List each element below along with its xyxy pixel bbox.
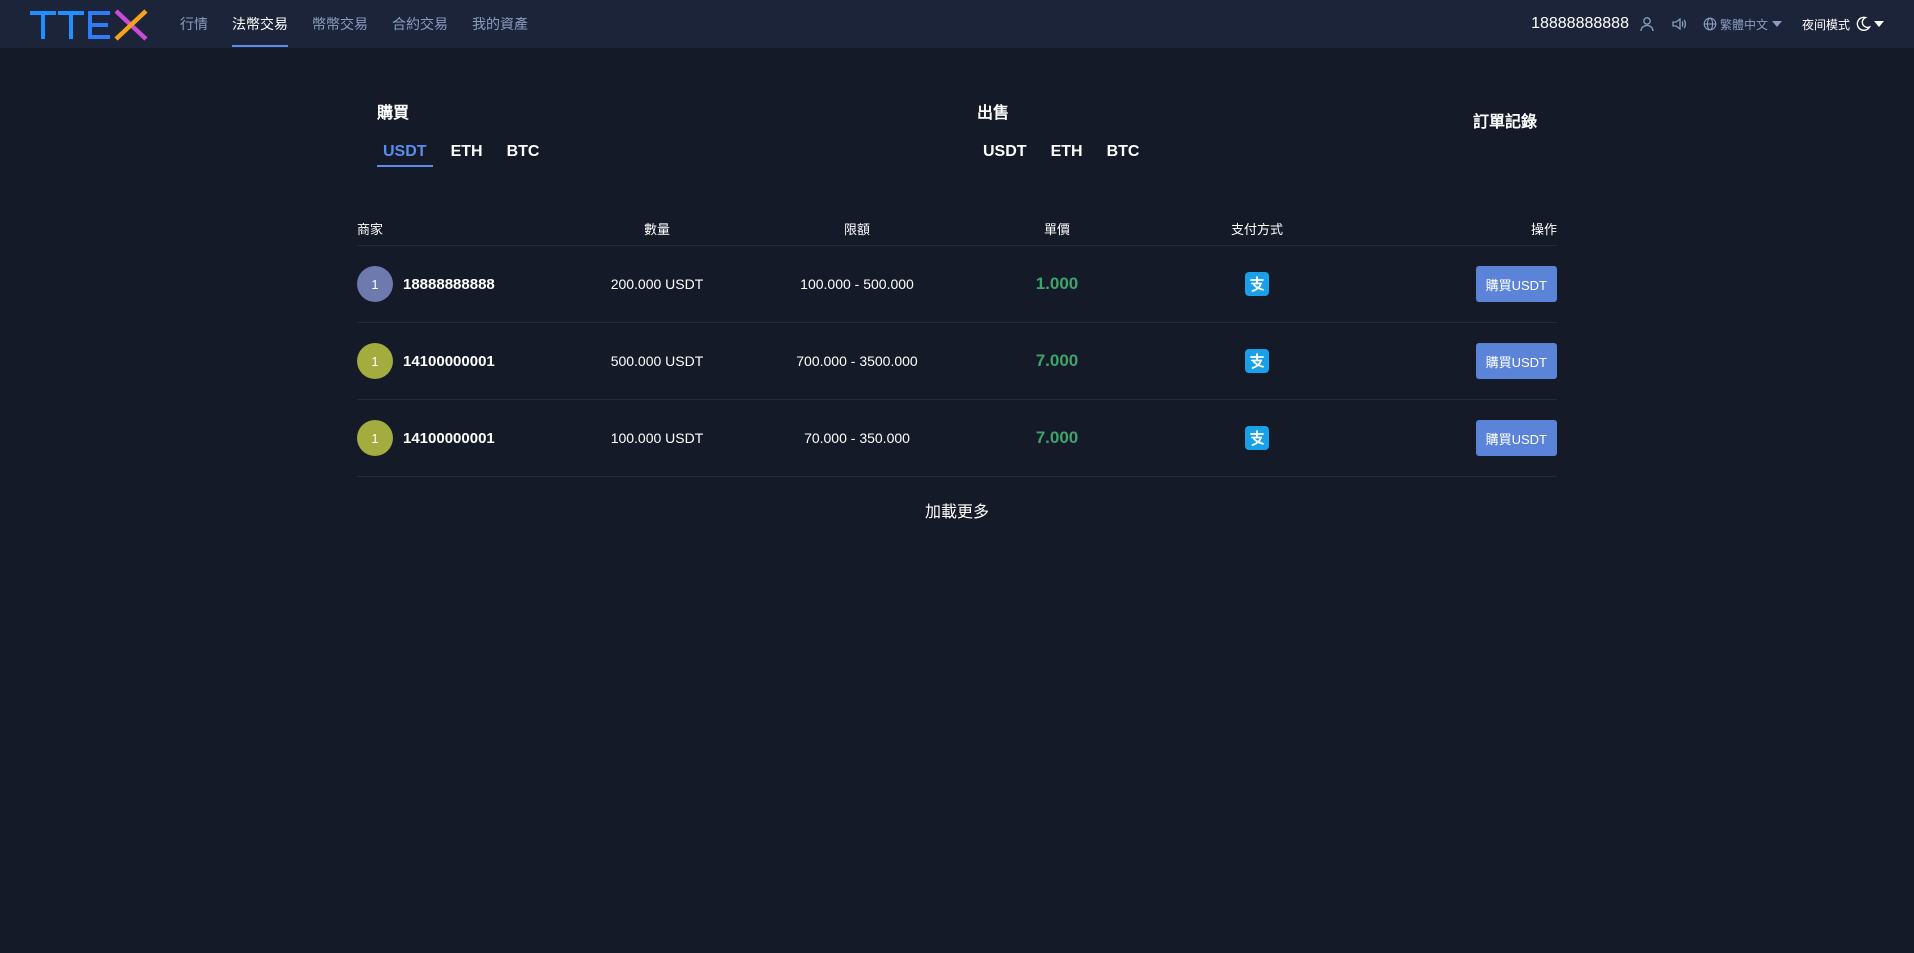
table-row: 1 18888888888 200.000 USDT 100.000 - 500… [357,246,1557,323]
header-merchant: 商家 [357,222,384,237]
alipay-icon [1245,426,1269,450]
merchant-name: 14100000001 [403,352,495,370]
language-label: 繁體中文 [1719,17,1768,32]
sell-coin-tabs: USDT ETH BTC [977,137,1157,167]
sell-tab-btc[interactable]: BTC [1101,137,1146,167]
amount-cell: 500.000 USDT [610,353,704,369]
speaker-icon[interactable] [1671,16,1687,32]
action-cell: 購買USDT [1357,343,1557,379]
avatar: 1 [357,343,393,379]
avatar: 1 [357,266,393,302]
night-mode-toggle[interactable]: 夜间模式 [1802,16,1884,33]
header-payment: 支付方式 [1230,222,1283,237]
merchant-name: 14100000001 [403,429,495,447]
ttex-logo[interactable] [28,7,152,43]
table-row: 1 14100000001 500.000 USDT 700.000 - 350… [357,323,1557,400]
nav-fiat-trade[interactable]: 法幣交易 [232,0,288,48]
nav-my-assets[interactable]: 我的資產 [472,0,528,48]
language-selector[interactable]: 繁體中文 [1703,16,1782,33]
nav-coin-trade[interactable]: 幣幣交易 [312,0,368,48]
avatar: 1 [357,420,393,456]
sell-tab-usdt[interactable]: USDT [977,137,1033,167]
alipay-icon [1245,349,1269,373]
payment-cell [1157,426,1357,450]
nav-contract-trade[interactable]: 合約交易 [392,0,448,48]
moon-icon [1856,16,1871,31]
buy-tab-usdt[interactable]: USDT [377,137,433,167]
buy-tab-eth[interactable]: ETH [445,137,489,167]
price-cell: 7.000 [1035,351,1079,370]
merchant-cell: 1 18888888888 [357,266,557,302]
action-cell: 購買USDT [1357,266,1557,302]
merchant-cell: 1 14100000001 [357,420,557,456]
top-navbar: 行情 法幣交易 幣幣交易 合約交易 我的資產 18888888888 繁體中文 … [0,0,1914,48]
chevron-down-icon [1874,21,1884,27]
action-cell: 購買USDT [1357,420,1557,456]
payment-cell [1157,349,1357,373]
buy-usdt-button[interactable]: 購買USDT [1475,266,1557,302]
buy-usdt-button[interactable]: 購買USDT [1475,420,1557,456]
table-header: 商家 數量 限額 單價 支付方式 操作 [357,212,1557,246]
buy-usdt-button[interactable]: 購買USDT [1475,343,1557,379]
globe-icon [1703,17,1717,31]
limit-cell: 700.000 - 3500.000 [796,353,918,369]
payment-cell [1157,272,1357,296]
amount-cell: 200.000 USDT [610,276,704,292]
alipay-icon [1245,272,1269,296]
table-row: 1 14100000001 100.000 USDT 70.000 - 350.… [357,400,1557,477]
sell-tab-eth[interactable]: ETH [1045,137,1089,167]
nav-market[interactable]: 行情 [180,0,208,48]
amount-cell: 100.000 USDT [610,430,704,446]
header-action: 操作 [1530,222,1557,237]
buy-tab-btc[interactable]: BTC [501,137,546,167]
user-phone[interactable]: 18888888888 [1531,15,1629,33]
merchant-cell: 1 14100000001 [357,343,557,379]
header-limit: 限額 [843,222,870,237]
limit-cell: 70.000 - 350.000 [804,430,910,446]
limit-cell: 100.000 - 500.000 [800,276,914,292]
buy-coin-tabs: USDT ETH BTC [377,137,557,167]
offers-table: 商家 數量 限額 單價 支付方式 操作 1 18888888888 200.00… [357,212,1557,477]
buy-title: 購買 [377,105,410,122]
chevron-down-icon [1771,21,1782,27]
header-price: 單價 [1043,222,1070,237]
main-nav: 行情 法幣交易 幣幣交易 合約交易 我的資產 [180,0,552,48]
load-more-link[interactable]: 加載更多 [0,498,1914,522]
price-cell: 1.000 [1035,274,1079,293]
night-mode-label: 夜间模式 [1801,17,1850,32]
header-tools: 18888888888 繁體中文 夜间模式 [1531,0,1884,48]
header-amount: 數量 [643,222,670,237]
order-records-link[interactable]: 訂單記錄 [1473,108,1537,132]
sell-title: 出售 [977,105,1010,122]
user-icon[interactable] [1639,16,1655,32]
merchant-name: 18888888888 [403,275,495,293]
price-cell: 7.000 [1035,428,1079,447]
